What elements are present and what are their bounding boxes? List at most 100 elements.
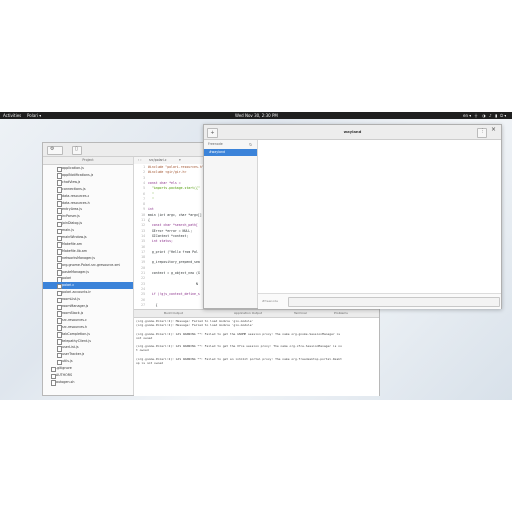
project-tree-item[interactable]: polari-accounts.in: [43, 289, 133, 297]
project-tree-item[interactable]: pasteManager.js: [43, 269, 133, 276]
code-line: g_print ("Hello from Pol: [148, 249, 198, 254]
project-tree-item-label: chatView.js: [62, 179, 81, 184]
project-tree-item[interactable]: Makefile.lib.am: [43, 248, 133, 255]
project-tree-item-label: applNotifications.js: [62, 172, 94, 177]
project-tree-item[interactable]: Makefile.am: [43, 241, 133, 249]
project-tree-item-label: polari-accounts.in: [62, 290, 92, 295]
code-line: if (!gjs_context_define_s: [148, 292, 200, 297]
project-tree-item-label: main.js: [62, 228, 74, 233]
project-tree-item[interactable]: polari: [43, 275, 133, 283]
console-line: t owned: [136, 348, 149, 353]
app-menu[interactable]: Polari ▾: [27, 112, 41, 119]
project-tree-item[interactable]: connections.js: [43, 186, 133, 193]
project-tree-item-label: AUTHORS: [56, 373, 73, 377]
clock[interactable]: Wed Nov 30, 2:30 PM: [235, 112, 278, 119]
tab-build-output[interactable]: Build Output: [164, 310, 183, 317]
project-panel-title: Project: [43, 157, 133, 165]
project-tree-item[interactable]: roomManager.js: [43, 303, 133, 311]
project-tree-item[interactable]: src-resources.c: [43, 317, 133, 324]
code-line: ": [148, 196, 154, 201]
project-tree-item[interactable]: joinDialog.js: [43, 220, 133, 228]
project-tree-item-label: polari.c: [62, 283, 75, 288]
project-tree-item[interactable]: polari.c: [43, 282, 133, 290]
polari-headerbar: + wayland ⋮ ×: [204, 125, 501, 140]
project-tree-item-label: pasteManager.js: [62, 269, 89, 274]
project-tree-item[interactable]: userTracker.js: [43, 351, 133, 359]
activities-button[interactable]: Activities: [3, 112, 21, 119]
polari-window: + wayland ⋮ × Freenode ↻ #wayland #freen…: [203, 124, 502, 309]
nav-arrows[interactable]: ‹ ›: [138, 157, 142, 164]
project-tree-item[interactable]: userList.js: [43, 344, 133, 352]
keyboard-layout-indicator[interactable]: en ▾: [463, 112, 471, 119]
project-tree-item-label: autogen.sh: [56, 379, 75, 384]
build-console: Build Output Application Output Terminal…: [134, 309, 379, 396]
desktop: Activities Polari ▾ Wed Nov 30, 2:30 PM …: [0, 112, 512, 400]
perspective-switcher-button[interactable]: ⚙: [47, 146, 63, 155]
project-tree-item-label: .gitignore: [56, 366, 72, 371]
project-tree-item-label: userTracker.js: [62, 352, 85, 357]
window-title: wayland: [343, 129, 362, 134]
brightness-icon[interactable]: ◑: [482, 112, 486, 119]
project-tree-item-label: data-resources.c: [62, 193, 90, 198]
project-tree-item[interactable]: autogen.sh: [43, 379, 133, 387]
project-tree-item[interactable]: src-resources.h: [43, 324, 133, 331]
console-line: op is not owned: [136, 361, 164, 365]
project-tree-item-label: data-resources.h: [62, 200, 90, 205]
document-icon: ▯: [75, 146, 78, 152]
accessibility-icon[interactable]: ⏚: [474, 112, 478, 119]
tab-menu-chevron-icon[interactable]: ▾: [179, 157, 181, 164]
project-tree-item[interactable]: ircParser.js: [43, 213, 133, 221]
project-tree-item[interactable]: roomList.js: [43, 296, 133, 304]
project-tree-item-label: src-resources.h: [62, 324, 88, 329]
refresh-icon[interactable]: ↻: [249, 141, 252, 148]
nick-label[interactable]: #freenode: [262, 294, 278, 309]
project-tree-item-label: networksManager.js: [62, 255, 95, 260]
tab-problems[interactable]: Problems: [334, 310, 348, 317]
project-tree-item[interactable]: data-resources.c: [43, 193, 133, 200]
project-tree-item-label: org.gnome.Polari.src.gresource.xml: [62, 262, 121, 267]
project-tree-item[interactable]: org.gnome.Polari.src.gresource.xml: [43, 262, 133, 269]
line-number: 27: [141, 302, 145, 307]
tab-polari-c[interactable]: src/polari.c: [149, 157, 167, 164]
project-tree-item[interactable]: data-resources.h: [43, 200, 133, 207]
network-heading: Freenode: [208, 142, 223, 146]
close-icon[interactable]: ×: [491, 126, 496, 133]
code-line: int status;: [148, 239, 173, 244]
project-tree-item[interactable]: telepathyClient.js: [43, 338, 133, 345]
project-tree-item[interactable]: utils.js: [43, 358, 133, 366]
project-tree-item-label: utils.js: [62, 359, 73, 364]
project-tree-item-label: connections.js: [62, 186, 86, 191]
project-tree-item[interactable]: .gitignore: [43, 365, 133, 373]
project-tree-item-label: ircParser.js: [62, 214, 80, 219]
project-tree-item-label: entryArea.js: [62, 207, 82, 212]
project-tree-item[interactable]: application.js: [43, 165, 133, 173]
project-tree-item-label: roomManager.js: [62, 304, 89, 308]
volume-icon[interactable]: ♪: [489, 112, 492, 119]
project-tree-item[interactable]: main.js: [43, 227, 133, 235]
new-document-button[interactable]: ▯: [72, 146, 82, 155]
project-tree-item[interactable]: networksManager.js: [43, 255, 133, 262]
console-line: (org.gnome.Polari:2): Message: Failed to…: [136, 323, 254, 328]
project-tree-item[interactable]: applNotifications.js: [43, 172, 133, 180]
project-tree-item[interactable]: chatView.js: [43, 179, 133, 186]
tab-terminal[interactable]: Terminal: [294, 310, 307, 317]
code-line: N: [148, 281, 198, 286]
project-tree-item[interactable]: tabCompletion.js: [43, 331, 133, 338]
code-line: {: [148, 302, 158, 307]
project-tree-item-label: src-resources.c: [62, 317, 87, 322]
power-menu-icon[interactable]: ⏻ ▾: [500, 112, 506, 119]
tab-application-output[interactable]: Application Output: [234, 310, 262, 317]
project-tree-item-label: roomList.js: [62, 297, 80, 302]
message-input[interactable]: [288, 297, 500, 307]
people-icon: ⋮: [480, 128, 485, 134]
project-tree-item[interactable]: roomStack.js: [43, 310, 133, 318]
project-tree-item[interactable]: entryArea.js: [43, 206, 133, 214]
project-tree-item-label: tabCompletion.js: [62, 331, 90, 336]
user-list-button[interactable]: ⋮: [477, 128, 487, 138]
battery-icon[interactable]: ▮: [495, 112, 497, 119]
project-tree-item[interactable]: AUTHORS: [43, 372, 133, 380]
project-tree-item[interactable]: mainWindow.js: [43, 234, 133, 242]
room-item-wayland[interactable]: #wayland: [204, 149, 257, 156]
console-tabbar: Build Output Application Output Terminal…: [134, 310, 379, 318]
top-bar: Activities Polari ▾ Wed Nov 30, 2:30 PM …: [0, 112, 512, 119]
